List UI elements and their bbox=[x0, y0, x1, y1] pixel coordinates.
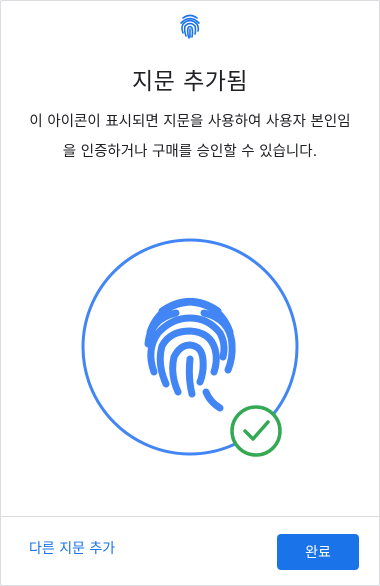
fingerprint-added-illustration bbox=[81, 238, 299, 457]
check-circle-icon bbox=[230, 405, 282, 457]
done-button[interactable]: 완료 bbox=[277, 534, 359, 570]
fingerprint-icon bbox=[144, 298, 236, 412]
page-title: 지문 추가됨 bbox=[131, 69, 249, 95]
footer-divider bbox=[0, 516, 380, 517]
description-text: 이 아이콘이 표시되면 지문을 사용하여 사용자 본인임을 인증하거나 구매를 … bbox=[29, 114, 351, 160]
fingerprint-icon bbox=[180, 14, 200, 39]
add-another-fingerprint-button[interactable]: 다른 지문 추가 bbox=[29, 538, 115, 558]
